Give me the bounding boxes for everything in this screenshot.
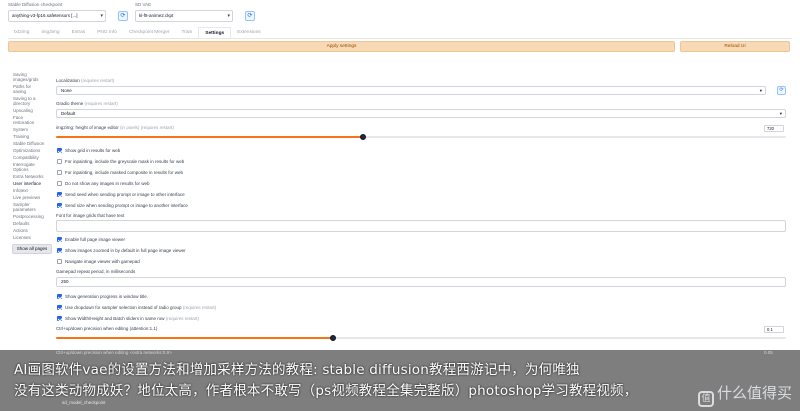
caption-line-1: AI画图软件vae的设置方法和增加采样方法的教程: stable diffusi… bbox=[14, 362, 580, 378]
smzdm-logo-icon: 值 bbox=[697, 391, 714, 407]
tab-extensions[interactable]: Extensions bbox=[231, 27, 266, 38]
tab-extras[interactable]: Extras bbox=[66, 27, 92, 38]
group3-checkbox-0[interactable] bbox=[57, 294, 62, 299]
grid-font-label: Font for image grids that have text bbox=[56, 213, 125, 218]
gradio-theme-dropdown[interactable]: Default ▾ bbox=[56, 109, 786, 118]
vae-label: SD VAE bbox=[135, 2, 152, 7]
checkpoint-dropdown[interactable]: anything-v3-fp16.safetensors [...] ▾ bbox=[8, 10, 106, 22]
caption-line-2: 没有这类动物成妖？地位太高，作者根本不敢写（ps视频教程全集完整版）photos… bbox=[14, 383, 638, 399]
tab-img2img[interactable]: img2img bbox=[35, 27, 65, 38]
watermark: 值什么值得买 bbox=[697, 382, 792, 407]
slider-fill bbox=[56, 136, 363, 138]
sidebar-item-face-restoration[interactable]: Face restoration bbox=[8, 114, 50, 126]
tab-checkpoint-merger[interactable]: Checkpoint Merger bbox=[123, 27, 176, 38]
sidebar-item-infotext[interactable]: Infotext bbox=[8, 187, 50, 194]
group3-checkbox-label-0: Show generation progress in window title… bbox=[65, 293, 149, 299]
group1-checkbox-label-0: Show grid in results for web bbox=[65, 147, 121, 153]
reload-ui-button[interactable]: Reload UI bbox=[680, 41, 790, 52]
chevron-down-icon: ▾ bbox=[227, 13, 230, 19]
group1-checkbox-4[interactable] bbox=[57, 192, 62, 197]
gradio-theme-label: Gradio theme (requires restart) bbox=[56, 101, 118, 106]
tab-train[interactable]: Train bbox=[175, 27, 198, 38]
main-tabs: txt2img img2img Extras PNG Info Checkpoi… bbox=[8, 27, 267, 38]
tab-txt2img[interactable]: txt2img bbox=[8, 27, 35, 38]
group1-checkbox-0[interactable] bbox=[57, 148, 62, 153]
sidebar-item-sampler-params[interactable]: Sampler parameters bbox=[8, 201, 50, 213]
slider-knob[interactable] bbox=[330, 335, 337, 341]
localization-label: Localization (requires restart) bbox=[56, 78, 115, 83]
checkpoint-value: anything-v3-fp16.safetensors [...] bbox=[12, 13, 78, 18]
sidebar-item-extra-networks[interactable]: Extra Networks bbox=[8, 173, 50, 180]
ctrl-updown-label: Ctrl+up/down precision when editing (att… bbox=[56, 326, 158, 331]
tab-settings[interactable]: Settings bbox=[198, 27, 232, 38]
refresh-localization-button[interactable]: ⟳ bbox=[777, 86, 786, 95]
sidebar-item-system[interactable]: System bbox=[8, 126, 50, 133]
refresh-checkpoint-button[interactable]: ⟳ bbox=[118, 11, 128, 21]
slider-fill bbox=[56, 337, 334, 339]
grid-font-input[interactable] bbox=[56, 220, 786, 232]
vae-value: kl-f8-anime2.ckpt bbox=[139, 13, 174, 18]
group2-checkbox-label-2: Navigate image viewer with gamepad bbox=[65, 258, 140, 264]
sidebar-item-upscaling[interactable]: Upscaling bbox=[8, 107, 50, 114]
group2-checkbox-2[interactable] bbox=[57, 259, 62, 264]
group1-checkbox-label-5: Send size when sending prompt or image t… bbox=[65, 202, 188, 208]
tab-png-info[interactable]: PNG Info bbox=[91, 27, 123, 38]
sidebar-item-defaults[interactable]: Defaults bbox=[8, 220, 50, 227]
sidebar-item-postprocessing[interactable]: Postprocessing bbox=[8, 213, 50, 220]
sidebar-item-actions[interactable]: Actions bbox=[8, 227, 50, 234]
checkpoint-label: Stable Diffusion checkpoint bbox=[8, 2, 63, 7]
group1-checkbox-3[interactable] bbox=[57, 181, 62, 186]
group3-checkbox-2[interactable] bbox=[57, 316, 62, 321]
refresh-vae-button[interactable]: ⟳ bbox=[245, 11, 255, 21]
ctrl-updown2-number[interactable]: 0.05 bbox=[764, 350, 773, 355]
caption-overlay: Ctrl+up/down precision when editing <ext… bbox=[0, 350, 800, 411]
sidebar-item-optimizations[interactable]: Optimizations bbox=[8, 147, 50, 154]
sidebar-item-paths[interactable]: Paths for saving bbox=[8, 83, 50, 95]
chevron-down-icon: ▾ bbox=[779, 111, 782, 116]
ctrl-updown-number[interactable]: 0.1 bbox=[764, 326, 784, 333]
apply-settings-button[interactable]: Apply settings bbox=[8, 41, 675, 52]
group1-checkbox-label-3: Do not show any images in results for we… bbox=[65, 180, 150, 186]
group2-checkbox-0[interactable] bbox=[57, 237, 62, 242]
ctrl-updown-slider[interactable] bbox=[56, 335, 786, 341]
group1-checkbox-1[interactable] bbox=[57, 159, 62, 164]
sidebar-item-interrogate[interactable]: Interrogate Options bbox=[8, 161, 50, 173]
localization-dropdown[interactable]: None ▾ bbox=[56, 86, 766, 95]
sidebar-item-stable-diffusion[interactable]: Stable Diffusion bbox=[8, 140, 50, 147]
group1-checkbox-label-2: For inpainting, include masked composite… bbox=[65, 169, 184, 175]
group1-checkbox-label-1: For inpainting, include the greyscale ma… bbox=[65, 158, 185, 164]
sidebar-item-training[interactable]: Training bbox=[8, 133, 50, 140]
sidebar-item-user-interface[interactable]: User interface bbox=[8, 180, 50, 187]
show-all-pages-button[interactable]: Show all pages bbox=[12, 244, 52, 254]
slider-knob[interactable] bbox=[359, 134, 366, 140]
vae-selector: SD VAE kl-f8-anime2.ckpt ▾ ⟳ bbox=[135, 2, 265, 24]
group2-checkbox-label-1: Show images zoomed in by default in full… bbox=[65, 247, 186, 253]
ctrl-updown2-label: Ctrl+up/down precision when editing <ext… bbox=[56, 350, 172, 355]
group1-checkbox-5[interactable] bbox=[57, 203, 62, 208]
group1-checkbox-2[interactable] bbox=[57, 170, 62, 175]
settings-sidebar: Saving images/grids Paths for saving Sav… bbox=[8, 71, 52, 254]
img2img-height-number[interactable]: 720 bbox=[764, 125, 784, 132]
vae-dropdown[interactable]: kl-f8-anime2.ckpt ▾ bbox=[135, 10, 233, 22]
tabs-divider bbox=[8, 38, 792, 39]
group2-checkbox-1[interactable] bbox=[57, 248, 62, 253]
group3-checkbox-1[interactable] bbox=[57, 305, 62, 310]
gamepad-repeat-label: Gamepad repeat period, in milliseconds bbox=[56, 269, 136, 274]
sidebar-item-licenses[interactable]: Licenses bbox=[8, 234, 50, 241]
sidebar-item-live-previews[interactable]: Live previews bbox=[8, 194, 50, 201]
chevron-down-icon: ▾ bbox=[100, 13, 103, 19]
group2-checkbox-label-0: Enable full page image viewer bbox=[65, 236, 126, 242]
img2img-height-slider[interactable] bbox=[56, 134, 786, 140]
chevron-down-icon: ▾ bbox=[759, 88, 762, 93]
group3-checkbox-label-2: Show Width/Height and Batch sliders in s… bbox=[65, 315, 200, 321]
sidebar-item-saving-images[interactable]: Saving images/grids bbox=[8, 71, 50, 83]
group1-checkbox-label-4: Send seed when sending prompt or image t… bbox=[65, 191, 185, 197]
img2img-height-label: img2img: height of image editor (in pixe… bbox=[56, 125, 174, 130]
group3-checkbox-label-1: Use dropdown for sampler selection inste… bbox=[65, 304, 217, 310]
gamepad-repeat-input[interactable]: 250 bbox=[56, 277, 786, 287]
sidebar-item-saving-dir[interactable]: Saving to a directory bbox=[8, 95, 50, 107]
sidebar-item-compatibility[interactable]: Compatibility bbox=[8, 154, 50, 161]
quicksettings-value[interactable]: sd_model_checkpoint bbox=[62, 400, 106, 405]
